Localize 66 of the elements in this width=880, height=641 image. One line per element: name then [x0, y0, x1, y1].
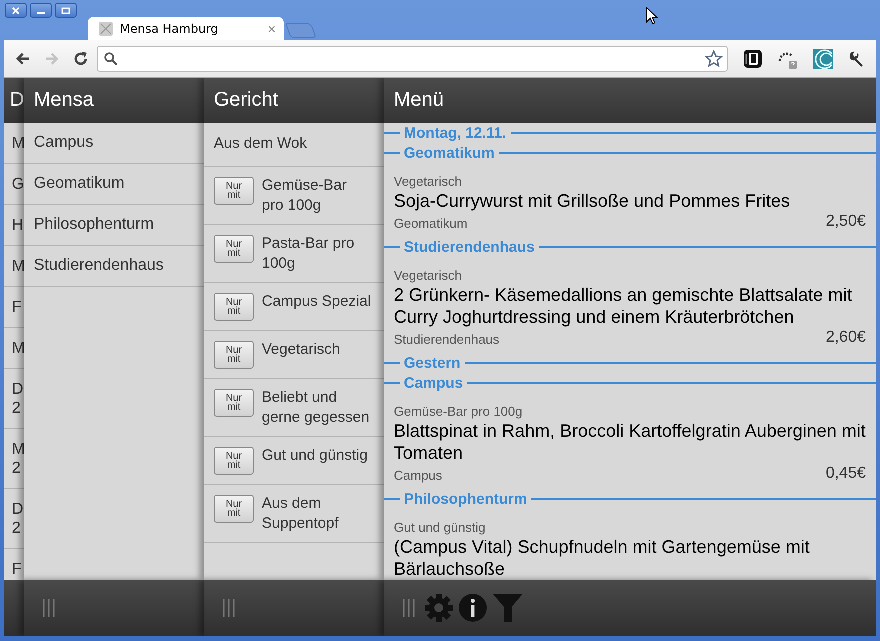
pane-title: Gericht [214, 89, 278, 112]
dish-card[interactable]: Gemüse-Bar pro 100g Blattspinat in Rahm, Broccoli Kartoffelgratin Auberginen mit Tomaten Campus 0,45€ [384, 393, 876, 489]
dish-name: Soja-Currywurst mit Grillsoße und Pommes Frites [394, 190, 792, 212]
dish-card[interactable]: Vegetarisch Soja-Currywurst mit Grillsoße und Pommes Frites Geomatikum 2,50€ [384, 163, 876, 237]
pane-title: D [10, 89, 24, 112]
bookmark-star-icon[interactable] [705, 50, 723, 68]
dish-card[interactable]: Gut und günstig (Campus Vital) Schupfnudeln mit Gartengemüse mit Bärlauchsoße [384, 509, 876, 580]
minimize-icon [37, 12, 45, 14]
page-icon [98, 20, 114, 36]
category-item[interactable]: Aus dem Suppentopf [262, 494, 372, 533]
category-item[interactable]: Beliebt und gerne gegessen [262, 388, 372, 427]
info-icon[interactable] [458, 593, 488, 623]
grip-icon[interactable] [42, 597, 56, 619]
dish-name: Blattspinat in Rahm, Broccoli Kartoffelgratin Auberginen mit Tomaten [394, 420, 866, 464]
section-heading: Montag, 12.11. [404, 124, 507, 142]
maximize-button[interactable] [55, 3, 77, 18]
dish-category: Gut und günstig [394, 520, 487, 535]
tab-title: Mensa Hamburg [120, 22, 220, 36]
tab-close-button[interactable]: × [268, 20, 276, 36]
dish-name: (Campus Vital) Schupfnudeln mit Gartengemüse mit Bärlauchsoße [394, 536, 811, 580]
pane-title: Mensa [34, 89, 94, 112]
category-item[interactable]: Gemüse-Bar pro 100g [262, 176, 372, 215]
section-heading: Geomatikum [404, 144, 495, 162]
only-with-button[interactable]: Nur mit [214, 177, 254, 205]
only-with-button[interactable]: Nur mit [214, 293, 254, 321]
only-with-button[interactable]: Nur mit [214, 341, 254, 369]
dish-location: Studierendenhaus [394, 332, 500, 347]
dish-location: Geomatikum [394, 216, 468, 231]
only-with-button[interactable]: Nur mit [214, 235, 254, 263]
back-arrow-icon [14, 50, 30, 66]
minimize-button[interactable] [30, 3, 52, 18]
dish-category: Vegetarisch [394, 174, 463, 189]
dish-price: 0,45€ [826, 465, 866, 483]
wrench-icon[interactable] [847, 50, 865, 68]
close-button[interactable] [5, 3, 27, 18]
grip-icon[interactable] [402, 597, 416, 619]
maximize-icon [61, 6, 71, 16]
section-heading: Gestern [404, 354, 461, 372]
close-icon [11, 6, 21, 16]
forward-arrow-icon [44, 50, 60, 66]
dish-price: 2,50€ [826, 213, 866, 231]
dish-category: Vegetarisch [394, 268, 463, 283]
dish-card[interactable]: Vegetarisch 2 Grünkern- Käsemedallions an gemischte Blattsalate mit Curry Joghurtdressing und einem Kräuterbrötchen Studierendenhaus 2,60€ [384, 257, 876, 353]
phone-icon[interactable] [743, 48, 763, 68]
browser-tab[interactable]: Mensa Hamburg × [88, 17, 284, 40]
swirl-icon[interactable] [813, 48, 833, 68]
section-heading: Studierendenhaus [404, 238, 535, 256]
category-item[interactable]: Gut und günstig [262, 446, 372, 466]
grip-icon[interactable] [222, 597, 236, 619]
pane-title: Menü [394, 89, 444, 112]
dish-price: 2,60€ [826, 329, 866, 347]
section-heading: Campus [404, 374, 464, 392]
mouse-cursor-icon [646, 7, 658, 25]
reload-icon [72, 50, 88, 66]
dish-location: Campus [394, 468, 442, 483]
section-heading: Philosophenturm [404, 490, 528, 508]
category-item[interactable]: Pasta-Bar pro 100g [262, 234, 372, 273]
category-item[interactable]: Aus dem Wok [214, 134, 324, 154]
search-icon [104, 52, 118, 66]
only-with-button[interactable]: Nur mit [214, 495, 254, 523]
dish-name: 2 Grünkern- Käsemedallions an gemischte Blattsalate mit Curry Joghurtdressing und einem Kräuterbrötchen [394, 284, 854, 328]
category-item[interactable]: Vegetarisch [262, 340, 372, 360]
only-with-button[interactable]: Nur mit [214, 389, 254, 417]
dish-category: Gemüse-Bar pro 100g [394, 404, 524, 419]
only-with-button[interactable]: Nur mit [214, 447, 254, 475]
category-item[interactable]: Campus Spezial [262, 292, 372, 312]
